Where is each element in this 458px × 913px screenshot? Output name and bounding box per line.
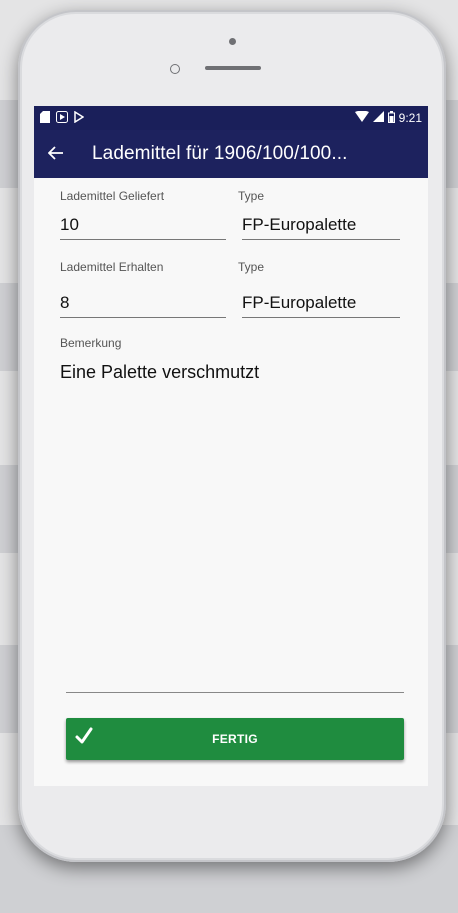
- checkmark-icon: [74, 726, 94, 749]
- delivered-type-select[interactable]: FP-Europalette: [242, 212, 400, 240]
- done-button-label: FERTIG: [212, 732, 258, 746]
- play-store-icon: [56, 110, 68, 126]
- signal-icon: [372, 111, 384, 125]
- battery-icon: [387, 110, 395, 126]
- app-bar: Lademittel für 1906/100/100...: [34, 130, 428, 178]
- form-content: Lademittel Geliefert Type 10 FP-Europale…: [34, 178, 428, 786]
- received-type-select[interactable]: FP-Europalette: [242, 290, 400, 318]
- remark-textarea[interactable]: Eine Palette verschmutzt: [60, 362, 259, 383]
- done-button[interactable]: FERTIG: [66, 718, 404, 760]
- sensor-icon: [170, 64, 180, 74]
- speaker-grille: [205, 66, 261, 70]
- wifi-icon: [354, 110, 369, 125]
- arrow-left-icon[interactable]: [34, 143, 78, 166]
- status-bar: 9:21: [34, 106, 428, 130]
- page-title: Lademittel für 1906/100/100...: [92, 143, 348, 164]
- remark-label: Bemerkung: [60, 336, 122, 350]
- delivered-quantity-input[interactable]: 10: [60, 212, 226, 240]
- delivered-label: Lademittel Geliefert: [60, 189, 165, 203]
- play-icon: [74, 110, 85, 126]
- sim-card-icon: [40, 110, 50, 126]
- delivered-type-label: Type: [238, 189, 265, 203]
- phone-screen: 9:21 Lademittel für 1906/100/100... Lade…: [34, 106, 428, 786]
- received-quantity-input[interactable]: 8: [60, 290, 226, 318]
- received-label: Lademittel Erhalten: [60, 260, 164, 274]
- camera-icon: [229, 38, 236, 45]
- remark-underline: [66, 692, 404, 693]
- status-time: 9:21: [398, 111, 422, 125]
- received-type-label: Type: [238, 260, 265, 274]
